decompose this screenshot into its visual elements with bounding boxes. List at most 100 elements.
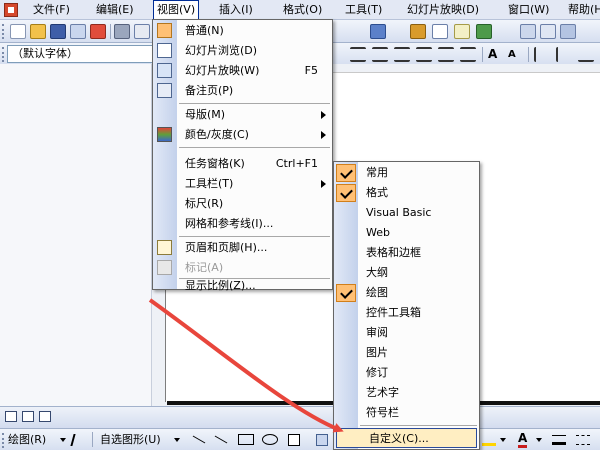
textbox-tool-icon[interactable] [288,434,300,446]
menu-item-shortcut: F5 [304,64,318,77]
view-menu-item-header-footer[interactable]: 页眉和页脚(H)... [153,238,332,258]
line-color-icon[interactable] [482,443,496,446]
check-icon [336,164,356,182]
open-icon[interactable] [30,24,46,39]
color-grayscale-icon [157,127,172,142]
outline-slides-pane[interactable] [0,64,152,406]
expand-all-icon[interactable] [476,24,492,39]
text-shadow-icon[interactable] [578,47,594,62]
menu-item-label: 页眉和页脚(H)... [185,241,268,254]
toolbar-option-reviewing[interactable]: 审阅 [334,323,479,343]
toolbar-option-outline[interactable]: 大纲 [334,263,479,283]
increase-indent-icon[interactable] [556,47,572,62]
menu-item-label: 备注页(P) [185,84,234,97]
view-menu-item-slide-show[interactable]: 幻灯片放映(W) F5 [153,61,332,81]
view-menu-item-toolbars[interactable]: 工具栏(T) [153,174,332,194]
toolbar-grip[interactable] [2,47,5,62]
decrease-font-size-icon[interactable]: A [508,47,524,62]
align-center-icon[interactable] [372,47,388,62]
menu-window[interactable]: 窗口(W) [505,0,552,20]
view-menu-item-normal[interactable]: 普通(N) [153,21,332,41]
print-preview-icon[interactable] [134,24,150,39]
rectangle-tool-icon[interactable] [238,434,254,445]
menu-view[interactable]: 视图(V) [153,0,200,20]
pdf-icon[interactable] [90,24,106,39]
toolbar-option-tables-borders[interactable]: 表格和边框 [334,243,479,263]
redo-icon[interactable] [370,24,386,39]
line-tool-icon[interactable] [192,435,206,444]
toolbar-customize-item[interactable]: 自定义(C)... [336,428,477,448]
toolbar-option-visual-basic[interactable]: Visual Basic [334,203,479,223]
insert-chart-icon[interactable] [410,24,426,39]
dash-style-icon[interactable] [576,435,590,445]
toolbar-option-picture[interactable]: 图片 [334,343,479,363]
grayscale-icon[interactable] [540,24,556,39]
slide-sorter-view-button[interactable] [22,411,34,422]
arrow-tool-icon[interactable] [214,435,228,444]
print-icon[interactable] [114,24,130,39]
select-objects-icon[interactable] [70,434,83,446]
toolbar-option-symbol-bar[interactable]: 符号栏 [334,403,479,423]
toolbar-option-label: 艺术字 [366,386,399,399]
toolbar-option-formatting[interactable]: 格式 [334,183,479,203]
slideshow-view-button[interactable] [39,411,51,422]
view-menu-item-task-pane[interactable]: 任务窗格(K) Ctrl+F1 [153,154,332,174]
bullets-icon[interactable] [460,47,476,62]
view-menu-item-slide-sorter[interactable]: 幻灯片浏览(D) [153,41,332,61]
toolbar-grip[interactable] [2,24,5,39]
draw-dropdown-icon[interactable] [60,438,66,442]
toolbar-option-drawing[interactable]: 绘图 [334,283,479,303]
normal-view-button[interactable] [5,411,17,422]
view-menu-item-master[interactable]: 母版(M) [153,105,332,125]
menu-help[interactable]: 帮助(H) [565,0,600,20]
font-color-dropdown-icon[interactable] [536,438,542,442]
toolbar-option-web[interactable]: Web [334,223,479,243]
menu-tools[interactable]: 工具(T) [342,0,385,20]
decrease-indent-icon[interactable] [534,47,550,62]
insert-picture-icon[interactable] [316,434,328,446]
toolbar-option-revisions[interactable]: 修订 [334,363,479,383]
new-icon[interactable] [10,24,26,39]
insert-diagram-icon[interactable] [454,24,470,39]
view-menu-item-color-grayscale[interactable]: 颜色/灰度(C) [153,125,332,145]
align-right-icon[interactable] [394,47,410,62]
increase-font-size-icon[interactable]: A [488,47,504,62]
show-formatting-icon[interactable] [520,24,536,39]
view-menu-item-zoom[interactable]: 显示比例(Z)... [153,270,332,292]
menu-format[interactable]: 格式(O) [280,0,325,20]
toolbar-grip[interactable] [2,433,5,448]
distribute-icon[interactable] [416,47,432,62]
font-color-icon[interactable]: A [518,431,528,448]
toolbar-option-standard[interactable]: 常用 [334,163,479,183]
menu-insert[interactable]: 插入(I) [216,0,256,20]
line-color-dropdown-icon[interactable] [500,438,506,442]
permission-icon[interactable] [70,24,86,39]
view-menu-item-ruler[interactable]: 标尺(R) [153,194,332,214]
line-style-icon[interactable] [552,435,566,445]
menu-item-label: 工具栏(T) [185,177,234,190]
toolbar-option-label: 表格和边框 [366,246,421,259]
check-icon [336,184,356,202]
insert-table-icon[interactable] [432,24,448,39]
draw-menu-button[interactable]: 绘图(R) [8,429,46,450]
submenu-arrow-icon [321,180,326,188]
powerpoint-app-icon[interactable] [4,3,18,17]
toolbar-option-label: Visual Basic [366,206,432,219]
view-menu-item-notes-page[interactable]: 备注页(P) [153,81,332,101]
menu-slideshow[interactable]: 幻灯片放映(D) [404,0,482,20]
menu-item-label: 幻灯片放映(W) [185,64,260,77]
oval-tool-icon[interactable] [262,434,278,445]
numbering-icon[interactable] [438,47,454,62]
menu-file[interactable]: 文件(F) [30,0,73,20]
font-name-combobox[interactable]: （默认字体） [7,45,153,63]
autoshapes-dropdown-icon[interactable] [174,438,180,442]
align-left-icon[interactable] [350,47,366,62]
menu-separator [179,103,330,104]
menu-edit[interactable]: 编辑(E) [93,0,137,20]
zoom-icon[interactable] [560,24,576,39]
autoshapes-menu-button[interactable]: 自选图形(U) [100,429,161,450]
view-menu-item-grid-guides[interactable]: 网格和参考线(I)... [153,214,332,234]
save-icon[interactable] [50,24,66,39]
toolbar-option-wordart[interactable]: 艺术字 [334,383,479,403]
toolbar-option-control-toolbox[interactable]: 控件工具箱 [334,303,479,323]
